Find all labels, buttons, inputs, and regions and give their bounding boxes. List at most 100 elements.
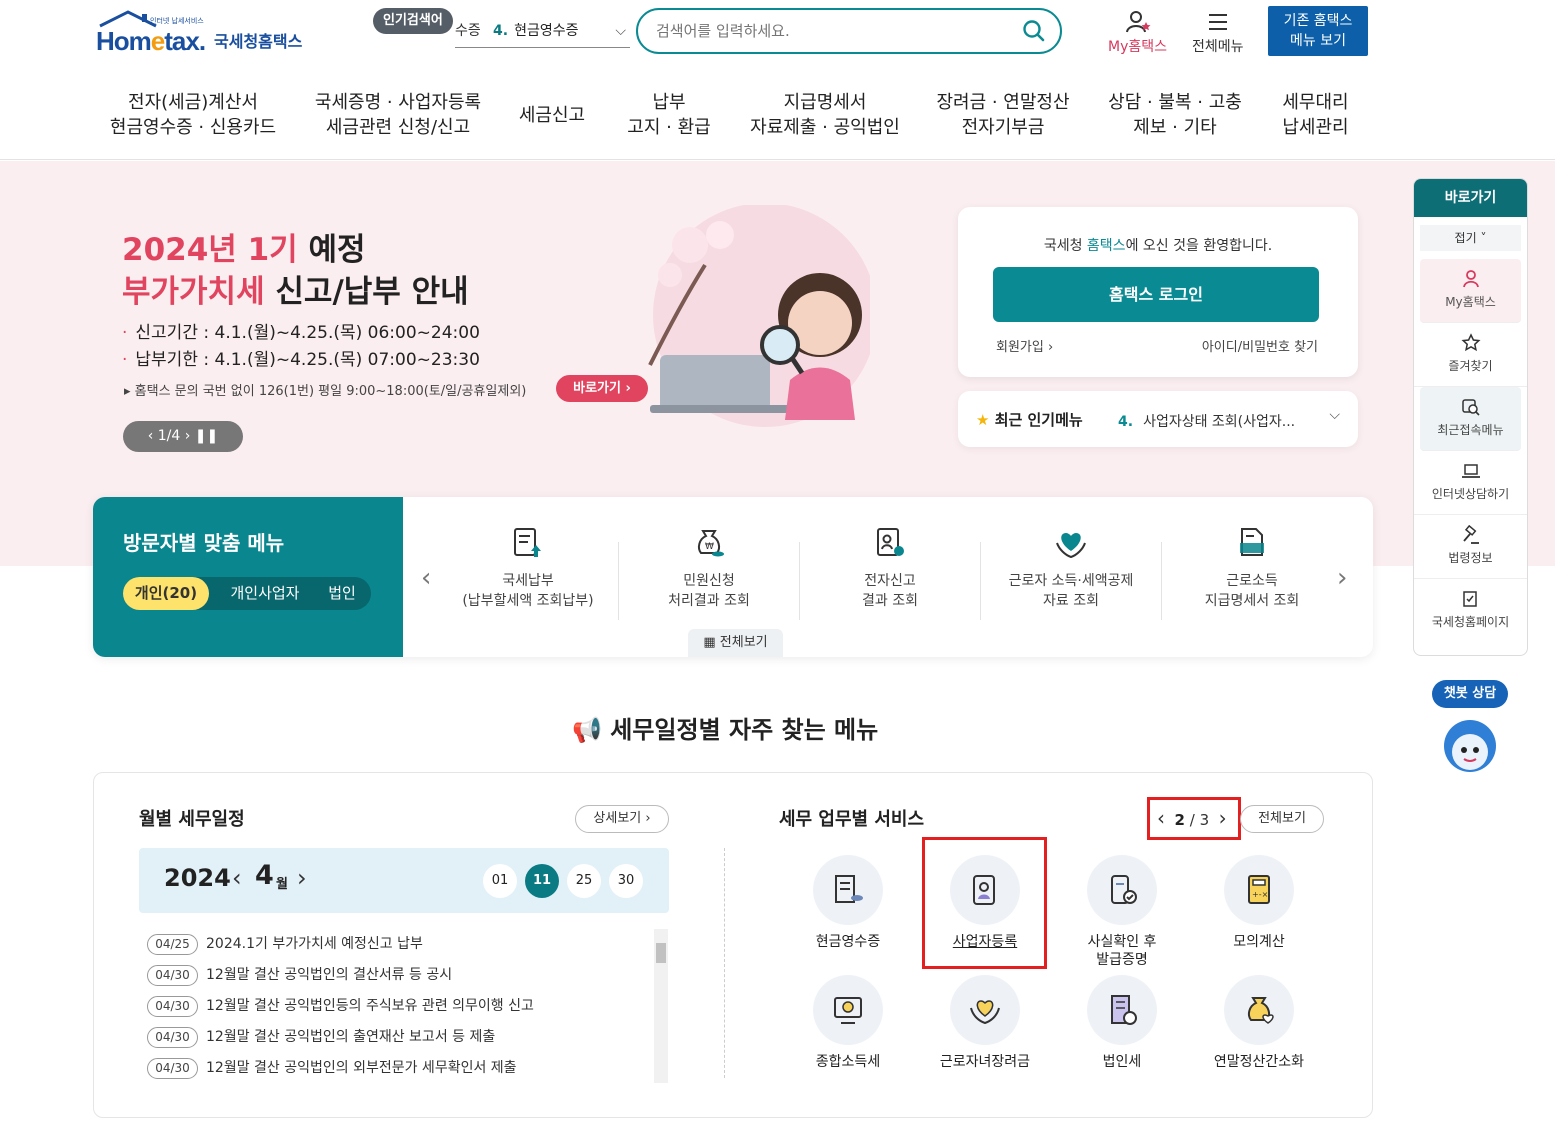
schedule-event[interactable]: 04/30 12월말 결산 공익법인등의 주식보유 관련 의무이행 신고 [147, 995, 534, 1017]
chevron-left-icon[interactable]: ‹ [232, 864, 242, 892]
gnb-label: 납세관리 [1282, 117, 1349, 138]
tab-individual[interactable]: 개인(20) [123, 577, 209, 610]
chevron-right-icon[interactable]: › [297, 864, 307, 892]
recent-search-icon [1461, 399, 1480, 416]
scrollbar-thumb[interactable] [656, 943, 666, 963]
chevron-down-icon[interactable]: ⌵ [615, 14, 626, 47]
hometax-logo[interactable]: 인터넷 납세서비스 Hometax. 국세청홈택스 [96, 8, 316, 58]
heart-hands-icon [1056, 533, 1086, 559]
megaphone-icon: 📢 [572, 716, 602, 744]
service-cash-receipt[interactable]: 현금영수증 [788, 855, 908, 951]
gavel-icon [1462, 525, 1479, 544]
view-all-label: 전체보기 [719, 635, 768, 650]
my-hometax-button[interactable]: My홈택스 [1108, 10, 1167, 56]
quick-my-hometax[interactable]: My홈택스 [1420, 259, 1521, 323]
tab-individual-business[interactable]: 개인사업자 [215, 577, 315, 610]
quick-law-info[interactable]: 법령정보 [1414, 515, 1527, 579]
gnb-label: 세무대리 [1282, 92, 1349, 113]
service-year-end-simplified[interactable]: 연말정산간소화 [1199, 975, 1319, 1071]
gnb-item-payment[interactable]: 납부 고지 · 환급 [614, 90, 724, 140]
calendar-day[interactable]: 30 [609, 864, 643, 898]
event-list-scrollbar[interactable] [654, 929, 668, 1083]
gnb-item-incentive[interactable]: 장려금 · 연말정산 전자기부금 [928, 90, 1078, 140]
schedule-event[interactable]: 04/25 2024.1기 부가가치세 예정신고 납부 [147, 933, 423, 955]
visitor-view-all-button[interactable]: ▦ 전체보기 [688, 629, 783, 657]
period-value: 4.1.(월)~4.25.(목) 06:00~24:00 [214, 323, 480, 343]
join-link[interactable]: 회원가입 › [996, 336, 1053, 355]
gnb-label: 현금영수증 · 신용카드 [109, 117, 277, 138]
welcome-text: 에 오신 것을 환영합니다. [1125, 238, 1273, 254]
gnb-label: 국세증명 · 사업자등록 [314, 92, 482, 113]
visitor-item-label: (납부할세액 조회납부) [462, 593, 594, 609]
quick-fold-button[interactable]: 접기 ˅ [1420, 225, 1521, 251]
service-label: 근로자녀장려금 [939, 1054, 1031, 1070]
service-icon-bg [1224, 975, 1294, 1045]
detail-view-button[interactable]: 상세보기 › [575, 805, 669, 833]
service-child-incentive[interactable]: 근로자녀장려금 [925, 975, 1045, 1071]
chatbot-button[interactable]: 챗봇 상담 [1432, 680, 1508, 708]
welcome-message: 국세청 홈택스에 오신 것을 환영합니다. [958, 235, 1358, 255]
deadline-label: 납부기한 : [135, 350, 215, 370]
chevron-down-icon[interactable]: ⌵ [1329, 407, 1340, 423]
visitor-item-deduction-data[interactable]: 근로자 소득·세액공제 자료 조회 [981, 525, 1161, 611]
gnb-item-payment-statement[interactable]: 지급명세서 자료제출 · 공익법인 [740, 90, 910, 140]
chevron-right-icon[interactable]: › [1337, 563, 1347, 593]
service-icon-bg [1087, 855, 1157, 925]
highlight-box-business-registration [922, 837, 1047, 969]
old-hometax-line2: 메뉴 보기 [1290, 33, 1346, 49]
gnb-item-tax-filing[interactable]: 세금신고 [502, 103, 602, 128]
recent-label-text: 최근 인기메뉴 [994, 411, 1083, 429]
gnb-item-tax-agent[interactable]: 세무대리납세관리 [1268, 90, 1363, 140]
quick-recent-menu[interactable]: 최근접속메뉴 [1420, 387, 1521, 451]
welcome-text: 국세청 [1043, 238, 1087, 254]
service-fact-confirmation[interactable]: 사실확인 후 발급증명 [1062, 855, 1182, 969]
all-menu-button[interactable]: 전체메뉴 [1192, 10, 1244, 56]
chevron-left-icon[interactable]: ‹ [421, 563, 431, 593]
visitor-item-earned-income-statement[interactable]: 근로소득 지급명세서 조회 [1162, 525, 1342, 611]
service-corporate-tax[interactable]: 법인세 [1062, 975, 1182, 1071]
calendar-bar: 2024 ‹ 4 월 › 01 11 25 30 [139, 848, 669, 913]
recent-popular-value: 4. 사업자상태 조회(사업자... [1118, 411, 1295, 431]
gnb-item-invoice[interactable]: 전자(세금)계산서 현금영수증 · 신용카드 [108, 90, 278, 140]
visitor-menu-title: 방문자별 맞춤 메뉴 [123, 531, 285, 555]
schedule-event[interactable]: 04/30 12월말 결산 공익법인의 결산서류 등 공시 [147, 964, 452, 986]
recent-popular-menu[interactable]: ★ 최근 인기메뉴 4. 사업자상태 조회(사업자... ⌵ [958, 391, 1358, 447]
old-hometax-menu-button[interactable]: 기존 홈택스 메뉴 보기 [1268, 6, 1368, 56]
chatbot-mascot-icon[interactable] [1442, 716, 1498, 776]
schedule-event[interactable]: 04/30 12월말 결산 공익법인의 외부전문가 세무확인서 제출 [147, 1057, 517, 1079]
find-id-password-link[interactable]: 아이디/비밀번호 찾기 [1202, 336, 1318, 355]
hometax-login-button[interactable]: 홈택스 로그인 [993, 267, 1319, 322]
service-mock-calculation[interactable]: +-× 모의계산 [1199, 855, 1319, 951]
gnb-label: 지급명세서 [783, 92, 867, 113]
heart-hands-icon [970, 1000, 1000, 1025]
calendar-day-selected[interactable]: 11 [525, 864, 559, 898]
calendar-month: 4 [255, 860, 274, 891]
service-view-all-button[interactable]: 전체보기 [1240, 805, 1324, 833]
calendar-day[interactable]: 25 [567, 864, 601, 898]
service-label: 모의계산 [1233, 934, 1285, 950]
visitor-item-e-filing-result[interactable]: 전자신고 결과 조회 [800, 525, 980, 611]
popular-term: 현금영수증 [514, 23, 579, 39]
search-icon[interactable] [1022, 19, 1046, 43]
service-icon-bg [813, 975, 883, 1045]
quick-favorites[interactable]: 즐겨찾기 [1414, 323, 1527, 387]
gnb-item-consulting[interactable]: 상담 · 불복 · 고충 제보 · 기타 [1100, 90, 1250, 140]
visitor-item-complaint-result[interactable]: ₩ 민원신청 처리결과 조회 [619, 525, 799, 611]
popular-search-ticker[interactable]: 수증 4. 현금영수증 ⌵ [455, 14, 630, 48]
banner-title-line1: 2024년 1기 예정 [122, 224, 366, 269]
service-comprehensive-income-tax[interactable]: 종합소득세 [788, 975, 908, 1071]
tab-corporation[interactable]: 법인 [317, 577, 367, 610]
money-bag-icon: ₩ [697, 530, 724, 557]
logo-korean: 국세청홈택스 [214, 32, 303, 51]
calendar-day[interactable]: 01 [483, 864, 517, 898]
gnb-item-certificate[interactable]: 국세증명 · 사업자등록 세금관련 신청/신고 [308, 90, 488, 140]
search-input[interactable] [656, 18, 1016, 44]
schedule-event[interactable]: 04/30 12월말 결산 공익법인의 출연재산 보고서 등 제출 [147, 1026, 495, 1048]
svg-text:₩: ₩ [705, 542, 714, 552]
event-date: 04/30 [147, 1027, 198, 1048]
visitor-item-tax-payment[interactable]: 국세납부 (납부할세액 조회납부) [438, 525, 618, 611]
banner-pager[interactable]: ‹ 1/4 › ❚❚ [123, 421, 243, 452]
quick-internet-consult[interactable]: 인터넷상담하기 [1414, 451, 1527, 515]
quick-nts-homepage[interactable]: 국세청홈페이지 [1414, 579, 1527, 643]
event-date: 04/25 [147, 934, 198, 955]
